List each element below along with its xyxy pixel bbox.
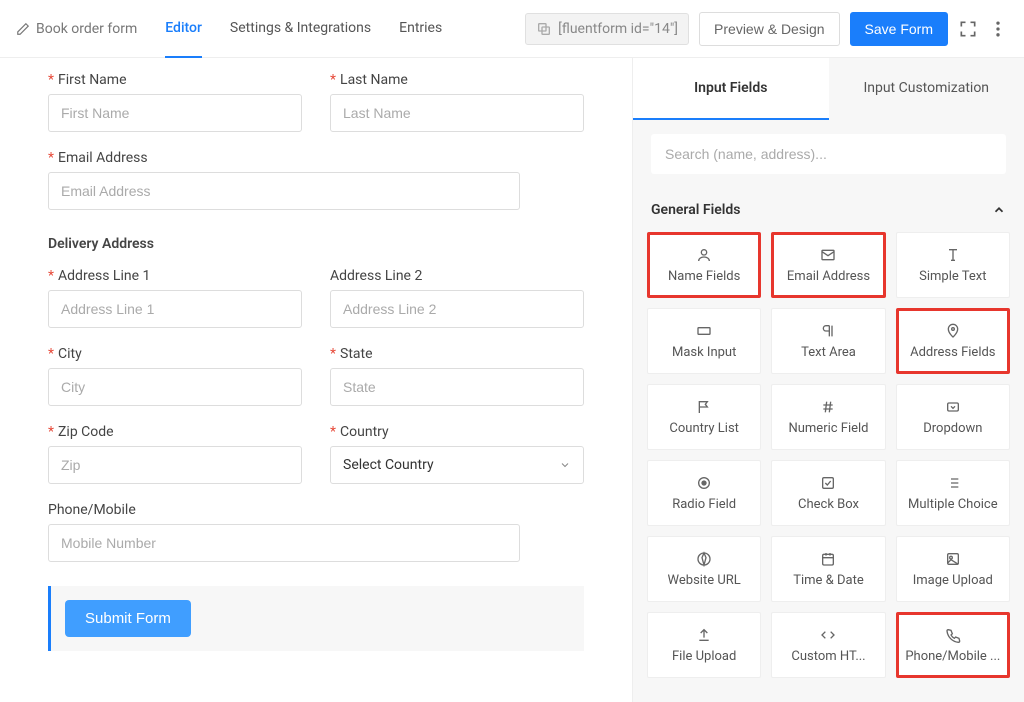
city-input[interactable] [48,368,302,406]
addr2-label: Address Line 2 [330,268,584,284]
paragraph-icon [820,323,836,339]
tile-custom-html[interactable]: Custom HT... [771,612,885,678]
tile-mask-input[interactable]: Mask Input [647,308,761,374]
tile-address-fields[interactable]: Address Fields [896,308,1010,374]
state-label: *State [330,346,584,362]
addr2-input[interactable] [330,290,584,328]
tile-dropdown[interactable]: Dropdown [896,384,1010,450]
list-icon [945,475,961,491]
tile-file-upload[interactable]: File Upload [647,612,761,678]
image-icon [945,551,961,567]
group-general-fields[interactable]: General Fields [633,188,1024,232]
side-tab-customization[interactable]: Input Customization [829,58,1024,120]
form-title-text: Book order form [36,21,137,37]
tile-email-address[interactable]: Email Address [771,232,885,298]
preview-design-button[interactable]: Preview & Design [699,12,840,46]
phone-icon [945,627,961,643]
last-name-input[interactable] [330,94,584,132]
country-label: *Country [330,424,584,440]
keyboard-icon [696,323,712,339]
search-input[interactable] [651,134,1006,174]
chevron-down-icon [559,459,571,471]
phone-label: Phone/Mobile [48,502,584,518]
tile-phone-mobile[interactable]: Phone/Mobile ... [896,612,1010,678]
upload-icon [696,627,712,643]
tile-radio-field[interactable]: Radio Field [647,460,761,526]
tile-time-date[interactable]: Time & Date [771,536,885,602]
mail-icon [820,247,836,263]
first-name-label: *First Name [48,72,302,88]
hash-icon [820,399,836,415]
tile-country-list[interactable]: Country List [647,384,761,450]
user-icon [696,247,712,263]
email-input[interactable] [48,172,520,210]
country-select[interactable]: Select Country [330,446,584,484]
tile-name-fields[interactable]: Name Fields [647,232,761,298]
select-icon [945,399,961,415]
form-title[interactable]: Book order form [16,21,137,37]
submit-wrapper: Submit Form [48,586,584,651]
tile-website-url[interactable]: Website URL [647,536,761,602]
last-name-label: *Last Name [330,72,584,88]
tab-editor[interactable]: Editor [165,0,202,58]
phone-input[interactable] [48,524,520,562]
shortcode-text: [fluentform id="14"] [558,21,678,37]
tab-settings[interactable]: Settings & Integrations [230,0,371,58]
tile-text-area[interactable]: Text Area [771,308,885,374]
text-icon [945,247,961,263]
shortcode-box[interactable]: [fluentform id="14"] [525,13,689,45]
addr1-label: *Address Line 1 [48,268,302,284]
chevron-up-icon [992,203,1006,217]
tab-entries[interactable]: Entries [399,0,442,58]
globe-icon [696,551,712,567]
copy-icon [536,21,552,37]
submit-button[interactable]: Submit Form [65,600,191,637]
calendar-icon [820,551,836,567]
city-label: *City [48,346,302,362]
email-label: *Email Address [48,150,584,166]
form-canvas: *First Name *Last Name *Email Address De… [0,58,632,702]
save-form-button[interactable]: Save Form [850,12,948,46]
zip-input[interactable] [48,446,302,484]
code-icon [820,627,836,643]
radio-icon [696,475,712,491]
tile-numeric-field[interactable]: Numeric Field [771,384,885,450]
more-icon[interactable] [988,19,1008,39]
tile-check-box[interactable]: Check Box [771,460,885,526]
tile-image-upload[interactable]: Image Upload [896,536,1010,602]
zip-label: *Zip Code [48,424,302,440]
tile-simple-text[interactable]: Simple Text [896,232,1010,298]
tile-multiple-choice[interactable]: Multiple Choice [896,460,1010,526]
pencil-icon [16,22,30,36]
side-tab-fields[interactable]: Input Fields [633,58,829,120]
flag-icon [696,399,712,415]
checkbox-icon [820,475,836,491]
pin-icon [945,323,961,339]
delivery-heading: Delivery Address [48,236,584,252]
addr1-input[interactable] [48,290,302,328]
first-name-input[interactable] [48,94,302,132]
state-input[interactable] [330,368,584,406]
fullscreen-icon[interactable] [958,19,978,39]
